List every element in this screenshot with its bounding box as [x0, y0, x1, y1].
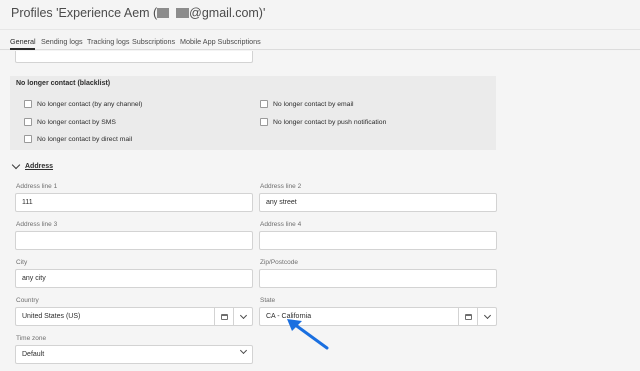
timezone-value: Default: [22, 351, 45, 358]
country-dropdown-button[interactable]: [233, 308, 252, 325]
arrow-icon: [287, 319, 329, 350]
country-label: Country: [16, 297, 39, 304]
title-suffix: @gmail.com)': [189, 6, 266, 20]
city-label: City: [16, 259, 28, 266]
address-line2-input[interactable]: any street: [259, 193, 497, 212]
chevron-down-icon[interactable]: [11, 160, 21, 170]
address-line3-label: Address line 3: [16, 221, 58, 228]
checkbox-label: No longer contact (by any channel): [37, 100, 143, 108]
timezone-dropdown-chevron[interactable]: [239, 346, 248, 355]
checkbox-no-contact-any-channel[interactable]: No longer contact (by any channel): [24, 100, 142, 108]
zip-input[interactable]: [259, 269, 497, 288]
zip-label: Zip/Postcode: [260, 259, 298, 266]
timezone-label: Time zone: [16, 335, 47, 342]
window-title: Profiles 'Experience Aem ( @gmail.com)': [11, 6, 265, 20]
checkbox-label: No longer contact by SMS: [37, 118, 116, 126]
tab-general[interactable]: General: [10, 37, 36, 46]
timezone-select[interactable]: Default: [15, 345, 253, 364]
checkbox-no-contact-email[interactable]: No longer contact by email: [260, 100, 353, 108]
folder-icon[interactable]: [464, 313, 472, 320]
blacklist-title: No longer contact (blacklist): [16, 80, 111, 87]
active-tab-indicator: [10, 48, 35, 50]
state-browse-button[interactable]: [458, 308, 477, 325]
address-line3-input[interactable]: [15, 231, 253, 250]
checkbox-no-contact-direct-mail[interactable]: No longer contact by direct mail: [24, 135, 132, 143]
tab-mobile-app-subscriptions[interactable]: Mobile App Subscriptions: [180, 37, 261, 46]
checkbox-box[interactable]: [260, 118, 268, 126]
address-line2-label: Address line 2: [260, 183, 302, 190]
state-label: State: [260, 297, 276, 304]
chevron-down-icon[interactable]: [239, 346, 248, 355]
tab-tracking-logs[interactable]: Tracking logs: [87, 37, 129, 46]
city-input[interactable]: any city: [15, 269, 253, 288]
checkbox-box[interactable]: [24, 135, 32, 143]
redacted-block: [157, 8, 170, 18]
address-line1-input[interactable]: 111: [15, 193, 253, 212]
country-combo[interactable]: United States (US): [15, 307, 253, 326]
checkbox-box[interactable]: [24, 100, 32, 108]
redacted-block: [176, 8, 190, 18]
checkbox-box[interactable]: [260, 100, 268, 108]
window-titlebar: Profiles 'Experience Aem ( @gmail.com)': [0, 0, 640, 30]
country-browse-button[interactable]: [214, 308, 233, 325]
truncated-field[interactable]: [15, 51, 253, 63]
address-section-title[interactable]: Address: [25, 163, 53, 170]
checkbox-label: No longer contact by push notification: [273, 118, 387, 126]
checkbox-label: No longer contact by direct mail: [37, 135, 133, 143]
tab-sending-logs[interactable]: Sending logs: [41, 37, 83, 46]
address-line4-label: Address line 4: [260, 221, 302, 228]
address-line4-input[interactable]: [259, 231, 497, 250]
tab-subscriptions[interactable]: Subscriptions: [132, 37, 175, 46]
checkbox-box[interactable]: [24, 118, 32, 126]
folder-icon[interactable]: [220, 313, 228, 320]
checkbox-no-contact-push[interactable]: No longer contact by push notification: [260, 118, 386, 126]
chevron-down-icon[interactable]: [483, 311, 491, 319]
address-line1-label: Address line 1: [16, 183, 58, 190]
country-value: United States (US): [22, 313, 81, 320]
checkbox-label: No longer contact by email: [273, 100, 354, 108]
title-prefix: Profiles 'Experience Aem (: [11, 6, 158, 20]
tab-bar: General Sending logs Tracking logs Subsc…: [0, 31, 640, 50]
state-dropdown-button[interactable]: [477, 308, 496, 325]
checkbox-no-contact-sms[interactable]: No longer contact by SMS: [24, 118, 116, 126]
address-section-toggle[interactable]: Address: [11, 160, 53, 170]
chevron-down-icon[interactable]: [239, 311, 247, 319]
